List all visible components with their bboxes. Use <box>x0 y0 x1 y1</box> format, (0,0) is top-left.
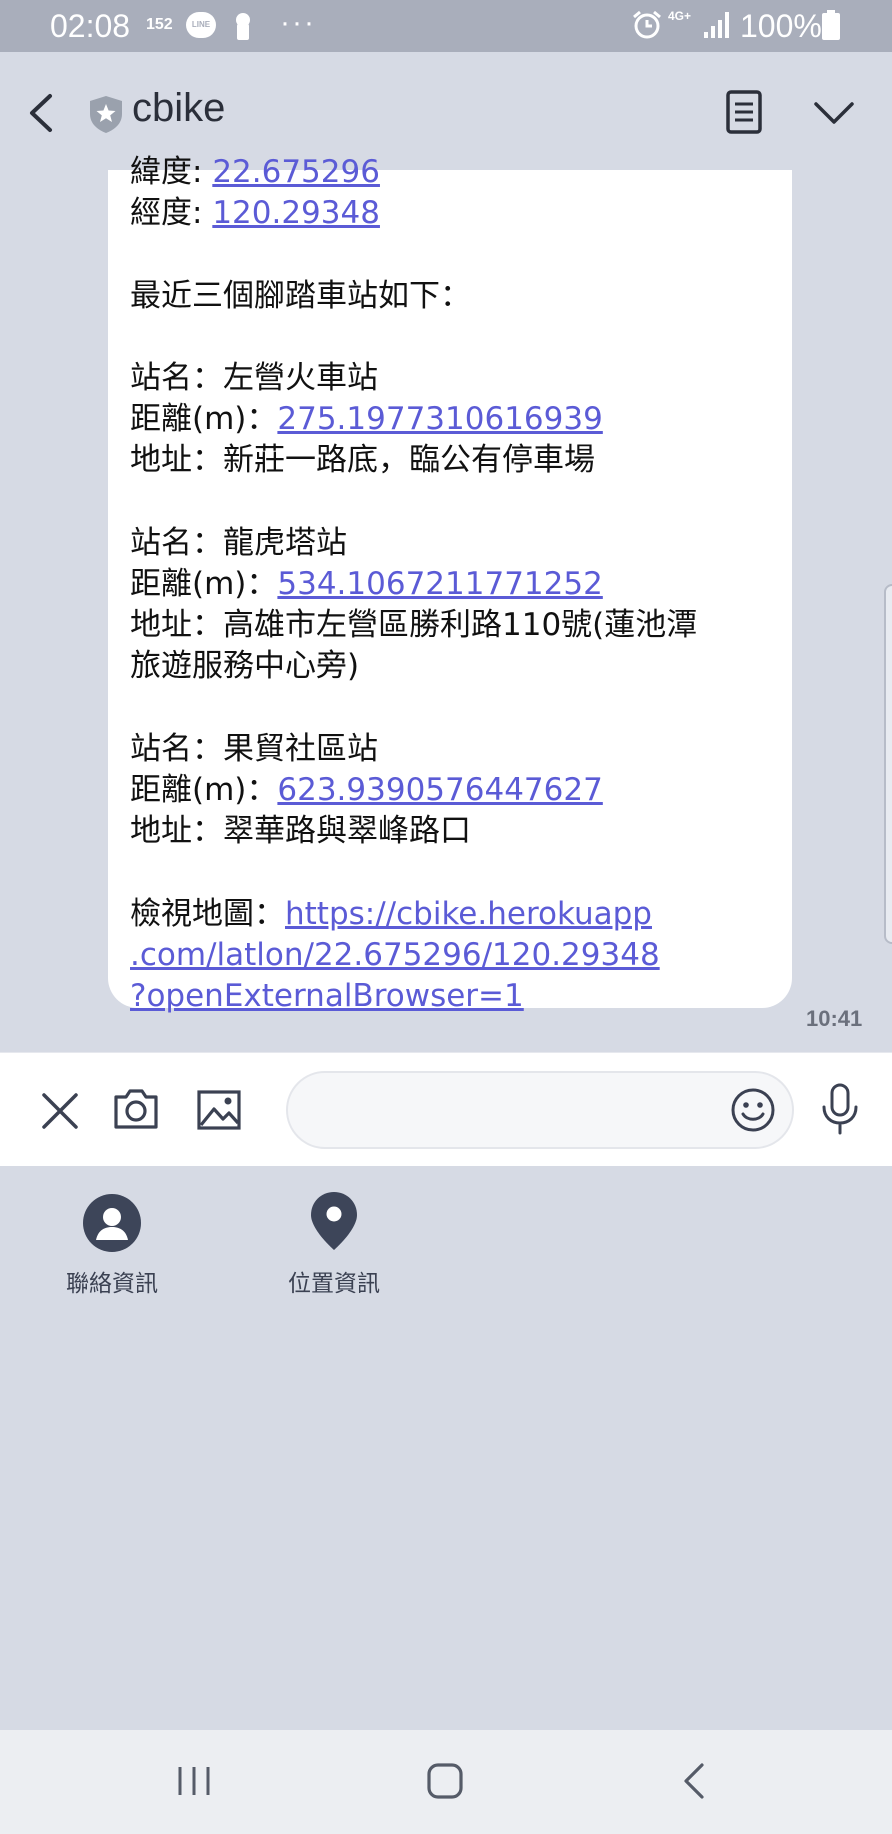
alarm-icon <box>633 10 661 39</box>
emoji-icon[interactable] <box>730 1087 776 1133</box>
message-line: 地址：新莊一路底，臨公有停車場 <box>130 440 770 481</box>
message-line <box>130 234 770 275</box>
message-line <box>130 482 770 523</box>
message-line-label: 距離(m)： <box>130 565 278 602</box>
home-icon[interactable] <box>426 1762 464 1800</box>
message-line-label: 地址：高雄市左營區勝利路110號(蓮池潭 <box>130 607 698 644</box>
message-line-label: 最近三個腳踏車站如下： <box>130 277 471 314</box>
signal-icon <box>704 12 729 38</box>
message-line-label: 檢視地圖： <box>130 895 285 932</box>
location-info-button[interactable]: 位置資訊 <box>274 1190 394 1298</box>
battery-percent: 100% <box>740 8 822 44</box>
chevron-left-icon[interactable] <box>22 90 62 136</box>
message-line-label: 站名：左營火車站 <box>130 359 378 396</box>
scrollbar[interactable] <box>884 584 892 944</box>
microphone-icon[interactable] <box>818 1083 862 1135</box>
input-bar <box>0 1052 892 1167</box>
keyhole-icon <box>236 13 250 40</box>
message-link[interactable]: .com/latlon/22.675296/120.29348 <box>130 937 660 973</box>
contact-info-label: 聯絡資訊 <box>66 1271 158 1297</box>
message-line-label: 經度: <box>130 195 213 232</box>
message-line-label: 旅遊服務中心旁) <box>130 648 360 685</box>
message-link[interactable]: 623.9390576447627 <box>277 772 602 808</box>
message-line-label: 距離(m)： <box>130 771 278 808</box>
message-line: 地址：高雄市左營區勝利路110號(蓮池潭 <box>130 605 770 646</box>
message-line: 旅遊服務中心旁) <box>130 646 770 687</box>
camera-icon[interactable] <box>112 1087 160 1131</box>
status-time: 02:08 <box>50 8 131 44</box>
message-line: 地址：翠華路與翠峰路口 <box>130 811 770 852</box>
message-text: 緯度: 22.675296 經度: 120.29348 最近三個腳踏車站如下： 站名：… <box>130 152 770 1017</box>
message-link[interactable]: 534.1067211771252 <box>277 566 602 602</box>
notification-count: 152 <box>146 16 173 33</box>
network-type: 4G+ <box>668 9 692 23</box>
message-line: 緯度: 22.675296 <box>130 152 770 193</box>
message-line: .com/latlon/22.675296/120.29348 <box>130 935 770 976</box>
system-nav-bar <box>0 1730 892 1834</box>
message-link[interactable]: 275.1977310616939 <box>277 401 602 437</box>
location-info-label: 位置資訊 <box>288 1271 380 1297</box>
notes-icon[interactable] <box>724 88 764 136</box>
attachment-panel: 聯絡資訊 位置資訊 <box>0 1166 892 1730</box>
more-notifications-icon: ··· <box>280 6 316 39</box>
message-line: 站名：左營火車站 <box>130 358 770 399</box>
message-line <box>130 688 770 729</box>
message-link[interactable]: 120.29348 <box>212 195 380 231</box>
message-line-label: 地址：新莊一路底，臨公有停車場 <box>130 442 595 479</box>
message-line-label: 地址：翠華路與翠峰路口 <box>130 813 471 850</box>
contact-icon <box>83 1194 141 1252</box>
message-link[interactable]: 22.675296 <box>212 154 380 190</box>
message-line: 站名：龍虎塔站 <box>130 523 770 564</box>
image-icon[interactable] <box>196 1089 242 1131</box>
message-line: 檢視地圖：https://cbike.herokuapp <box>130 894 770 935</box>
message-line: 經度: 120.29348 <box>130 193 770 234</box>
shield-star-icon <box>90 96 122 133</box>
chevron-down-icon[interactable] <box>812 92 856 132</box>
close-icon[interactable] <box>40 1091 80 1131</box>
message-time: 10:41 <box>806 1006 863 1031</box>
message-line-label: 緯度: <box>130 154 213 190</box>
message-line-label: 距離(m)： <box>130 401 278 438</box>
message-link[interactable]: https://cbike.herokuapp <box>285 896 652 932</box>
recent-apps-icon[interactable] <box>176 1764 212 1798</box>
message-line: 站名：果貿社區站 <box>130 729 770 770</box>
back-nav-icon[interactable] <box>680 1762 710 1800</box>
status-bar: 02:08 152 LINE ··· 4G+ 100% <box>0 0 892 52</box>
message-line-label: 站名：龍虎塔站 <box>130 524 347 561</box>
message-link[interactable]: ?openExternalBrowser=1 <box>130 978 524 1014</box>
message-line <box>130 317 770 358</box>
message-line-label: 站名：果貿社區站 <box>130 730 378 767</box>
chat-title: cbike <box>132 86 226 130</box>
message-line: 最近三個腳踏車站如下： <box>130 276 770 317</box>
message-line: 距離(m)：623.9390576447627 <box>130 770 770 811</box>
message-input[interactable] <box>286 1071 794 1149</box>
line-app-icon: LINE <box>186 12 216 38</box>
location-pin-icon <box>311 1192 357 1250</box>
message-line: ?openExternalBrowser=1 <box>130 976 770 1017</box>
message-line: 距離(m)：275.1977310616939 <box>130 399 770 440</box>
contact-info-button[interactable]: 聯絡資訊 <box>50 1194 174 1298</box>
message-line <box>130 852 770 893</box>
message-line: 距離(m)：534.1067211771252 <box>130 564 770 605</box>
battery-icon <box>822 10 840 40</box>
